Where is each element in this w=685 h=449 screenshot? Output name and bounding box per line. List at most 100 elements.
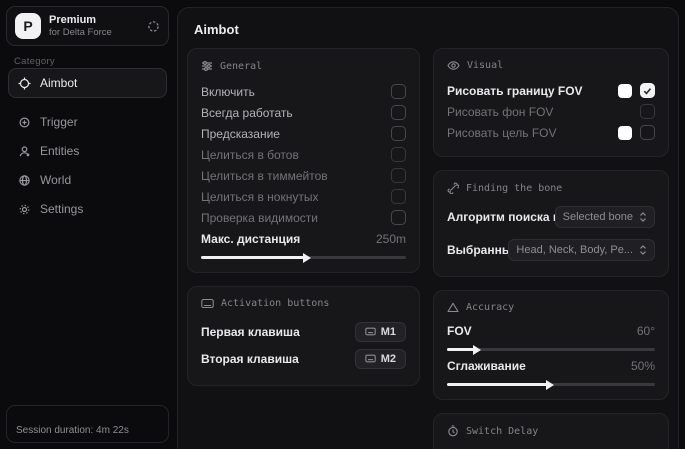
checkbox-draw-fov-background[interactable] [640, 104, 655, 119]
setting-row: Рисовать цель FOV [447, 122, 655, 143]
sidebar-item-aimbot[interactable]: Aimbot [8, 68, 167, 98]
color-swatch-fov-border[interactable] [618, 84, 632, 98]
setting-label: Целиться в нокнутых [201, 190, 318, 204]
entities-icon [18, 145, 31, 158]
key-icon [365, 327, 376, 336]
setting-label: Предсказание [201, 127, 280, 141]
app-window: P Premium for Delta Force Category Aimbo… [0, 0, 685, 449]
setting-label: Целиться в ботов [201, 148, 299, 162]
premium-subtitle: for Delta Force [49, 27, 147, 39]
checkbox-prediction[interactable] [391, 126, 406, 141]
panel-visual-header: Visual [447, 60, 655, 71]
panel-title: Accuracy [466, 302, 514, 313]
session-box: Session duration: 4m 22s [6, 405, 169, 443]
slider-smoothing: Сглаживание 50% [447, 357, 655, 386]
panel-activation-buttons: Activation buttons Первая клавиша M1 Вто… [187, 286, 420, 386]
panel-accuracy-header: Accuracy [447, 302, 655, 313]
chevrons-updown-icon [639, 212, 647, 222]
slider-track[interactable] [201, 256, 406, 259]
chevrons-updown-icon [639, 245, 647, 255]
slider-thumb[interactable] [546, 380, 554, 390]
sidebar-item-label: World [40, 173, 71, 187]
sidebar-item-world[interactable]: World [8, 166, 167, 194]
color-swatch-fov-target[interactable] [618, 126, 632, 140]
checkbox-aim-bots[interactable] [391, 147, 406, 162]
dropdown-label: Выбранные кос [447, 243, 508, 257]
checkbox-draw-fov-target[interactable] [640, 125, 655, 140]
sidebar-item-settings[interactable]: Settings [8, 195, 167, 223]
dropdown-bone-algorithm[interactable]: Selected bone [555, 206, 655, 228]
sidebar-nav: Aimbot Trigger Entities [8, 68, 167, 224]
setting-label: Проверка видимости [201, 211, 318, 225]
keyboard-icon [201, 298, 214, 309]
main-content: Aimbot General Включить [177, 7, 679, 449]
slider-track[interactable] [447, 383, 655, 386]
checkbox-aim-teammates[interactable] [391, 168, 406, 183]
dropdown-row: Алгоритм поиска кост Selected bone [447, 203, 655, 230]
setting-label: Рисовать границу FOV [447, 84, 583, 98]
slider-max-distance: Макс. дистанция 250m [201, 230, 406, 259]
setting-label: Рисовать цель FOV [447, 126, 557, 140]
sidebar-item-label: Trigger [40, 115, 78, 129]
checkbox-aim-knocked[interactable] [391, 189, 406, 204]
checkbox-visibility-check[interactable] [391, 210, 406, 225]
slider-thumb[interactable] [473, 345, 481, 355]
panel-activation-header: Activation buttons [201, 298, 406, 309]
slider-label: FOV [447, 324, 472, 338]
dropdown-value: Head, Neck, Body, Pe... [516, 244, 633, 256]
checkbox-always-work[interactable] [391, 105, 406, 120]
sidebar-item-label: Entities [40, 144, 79, 158]
keybind-value: M1 [381, 326, 396, 338]
timer-icon [447, 425, 459, 437]
premium-text: Premium for Delta Force [49, 14, 147, 39]
slider-fill [201, 256, 304, 259]
setting-row: Рисовать границу FOV [447, 80, 655, 101]
panel-title: Finding the bone [466, 183, 562, 194]
slider-track[interactable] [447, 348, 655, 351]
checkbox-draw-fov-border[interactable] [640, 83, 655, 98]
panel-accuracy: Accuracy FOV 60° Сглаживание [433, 290, 669, 400]
panel-general-header: General [201, 60, 406, 72]
eye-icon [447, 60, 460, 71]
panel-title: Visual [467, 60, 503, 71]
bone-icon [447, 182, 459, 194]
setting-row: Целиться в нокнутых [201, 186, 406, 207]
left-column: General Включить Всегда работать Предска… [187, 48, 420, 449]
premium-title: Premium [49, 14, 147, 27]
slider-thumb[interactable] [303, 253, 311, 263]
setting-row: Рисовать фон FOV [447, 101, 655, 122]
panel-switch-delay: Switch Delay Задержка переключения Задер… [433, 413, 669, 449]
setting-label: Целиться в тиммейтов [201, 169, 328, 183]
panel-title: Activation buttons [221, 298, 329, 309]
setting-row: Целиться в тиммейтов [201, 165, 406, 186]
category-label: Category [14, 56, 55, 67]
slider-fov: FOV 60° [447, 322, 655, 351]
setting-row: Проверка видимости [201, 207, 406, 228]
panel-title: General [220, 61, 262, 72]
panel-switch-delay-header: Switch Delay [447, 425, 655, 437]
setting-label: Всегда работать [201, 106, 293, 120]
keybind-value: M2 [381, 353, 396, 365]
slider-value: 250m [376, 232, 406, 246]
keybind-button-secondary[interactable]: M2 [355, 349, 406, 369]
sidebar-item-trigger[interactable]: Trigger [8, 108, 167, 136]
trigger-icon [18, 116, 31, 129]
gear-icon [18, 203, 31, 216]
keybind-button-primary[interactable]: M1 [355, 322, 406, 342]
app-logo: P [15, 13, 41, 39]
checkbox-enable[interactable] [391, 84, 406, 99]
keybind-row: Первая клавиша M1 [201, 318, 406, 345]
setting-row: Включить [201, 81, 406, 102]
sidebar-item-entities[interactable]: Entities [8, 137, 167, 165]
sidebar: P Premium for Delta Force Category Aimbo… [0, 0, 176, 449]
refresh-icon[interactable] [147, 20, 160, 33]
setting-row: Предсказание [201, 123, 406, 144]
premium-card: P Premium for Delta Force [6, 6, 169, 46]
crosshair-icon [18, 77, 31, 90]
setting-label: Рисовать фон FOV [447, 105, 553, 119]
sliders-icon [201, 60, 213, 72]
dropdown-selected-bones[interactable]: Head, Neck, Body, Pe... [508, 239, 655, 261]
dropdown-row: Выбранные кос Head, Neck, Body, Pe... [447, 236, 655, 263]
panel-title: Switch Delay [466, 426, 538, 437]
precision-icon [447, 302, 459, 313]
